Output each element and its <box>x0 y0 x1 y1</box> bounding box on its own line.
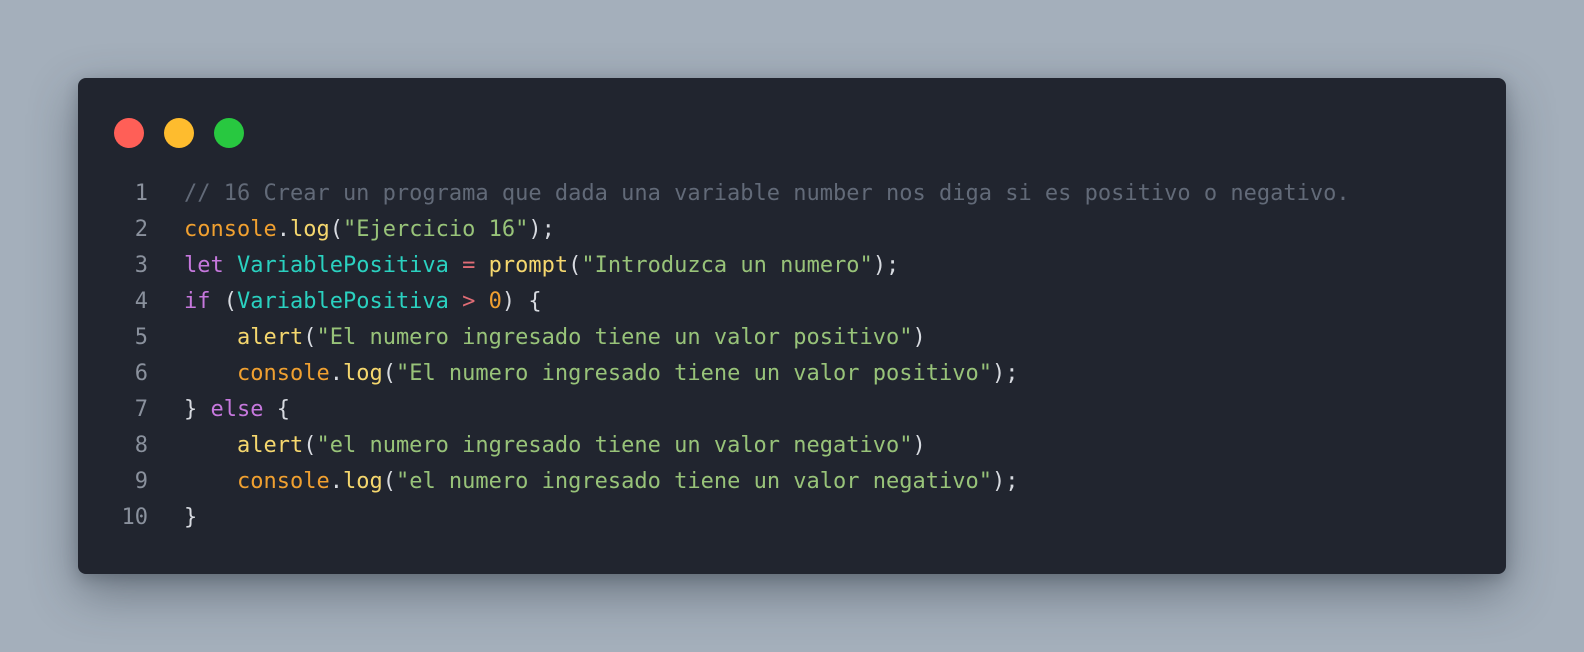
code-line: 2 console.log("Ejercicio 16"); <box>78 212 1506 248</box>
line-source: console.log("El numero ingresado tiene u… <box>184 356 1019 392</box>
code-token: ); <box>991 469 1019 494</box>
code-token: > <box>462 289 476 314</box>
code-token: . <box>329 469 343 494</box>
code-token: if <box>184 289 211 314</box>
code-token: ( <box>303 325 317 350</box>
code-token: alert <box>236 433 304 458</box>
line-source: } <box>184 500 197 536</box>
code-token: VariablePositiva <box>237 253 449 278</box>
code-token: } <box>184 397 211 422</box>
line-number: 6 <box>134 361 148 386</box>
code-token: } <box>184 505 198 530</box>
code-token: ( <box>382 361 396 386</box>
line-number: 1 <box>134 181 148 206</box>
close-icon[interactable] <box>114 118 144 148</box>
code-line: 3 let VariablePositiva = prompt("Introduz… <box>78 248 1506 284</box>
code-token: ( <box>382 469 396 494</box>
line-source: if (VariablePositiva > 0) { <box>184 284 542 320</box>
code-token: ) <box>912 325 926 350</box>
code-token: alert <box>236 325 304 350</box>
code-line: 5 alert("El numero ingresado tiene un va… <box>78 320 1506 356</box>
code-token: ) <box>912 433 926 458</box>
line-number: 2 <box>134 217 148 242</box>
code-token: ) { <box>501 289 542 314</box>
line-source: console.log("Ejercicio 16"); <box>184 212 555 248</box>
code-token: console <box>236 361 330 386</box>
line-number: 10 <box>121 505 149 530</box>
code-token: ( <box>303 433 317 458</box>
code-token: { <box>263 397 290 422</box>
line-number: 9 <box>134 469 148 494</box>
code-token: "el numero ingresado tiene un valor nega… <box>316 433 913 458</box>
code-token: console <box>184 217 277 242</box>
code-token: else <box>210 397 264 422</box>
code-token: log <box>342 361 383 386</box>
code-token: "El numero ingresado tiene un valor posi… <box>395 361 992 386</box>
maximize-icon[interactable] <box>214 118 244 148</box>
line-source: alert("el numero ingresado tiene un valo… <box>184 428 926 464</box>
code-line: 9 console.log("el numero ingresado tiene… <box>78 464 1506 500</box>
code-token: VariablePositiva <box>237 289 449 314</box>
line-number: 5 <box>134 325 148 350</box>
line-source: alert("El numero ingresado tiene un valo… <box>184 320 926 356</box>
code-token: . <box>276 217 290 242</box>
line-number: 8 <box>134 433 148 458</box>
code-line: 7} else { <box>78 392 1506 428</box>
code-token: . <box>329 361 343 386</box>
code-token: = <box>462 253 476 278</box>
code-token: "Ejercicio 16" <box>342 217 529 242</box>
line-number: 7 <box>134 397 148 422</box>
code-token: prompt <box>488 253 569 278</box>
code-token: "Introduzca un numero" <box>581 253 873 278</box>
code-token: let <box>184 253 224 278</box>
line-source: // 16 Crear un programa que dada una var… <box>184 176 1350 212</box>
line-number: 3 <box>134 253 148 278</box>
code-line: 8 alert("el numero ingresado tiene un va… <box>78 428 1506 464</box>
code-token: "El numero ingresado tiene un valor posi… <box>316 325 913 350</box>
line-source: let VariablePositiva = prompt("Introduzc… <box>184 248 899 284</box>
code-token: ); <box>872 253 900 278</box>
code-block: 1 // 16 Crear un programa que dada una va… <box>78 176 1506 536</box>
code-line: 10} <box>78 500 1506 536</box>
minimize-icon[interactable] <box>164 118 194 148</box>
line-number: 4 <box>134 289 148 314</box>
code-token: console <box>236 469 330 494</box>
code-line: 6 console.log("El numero ingresado tiene… <box>78 356 1506 392</box>
line-source: } else { <box>184 392 290 428</box>
code-line: 1 // 16 Crear un programa que dada una va… <box>78 176 1506 212</box>
code-token: ( <box>568 253 582 278</box>
line-source: console.log("el numero ingresado tiene u… <box>184 464 1019 500</box>
code-line: 4 if (VariablePositiva > 0) { <box>78 284 1506 320</box>
code-token: log <box>342 469 383 494</box>
code-token: ( <box>210 289 237 314</box>
code-token: log <box>289 217 330 242</box>
code-window: 1 // 16 Crear un programa que dada una va… <box>78 78 1506 574</box>
code-token: // 16 Crear un programa que dada una var… <box>184 181 1350 206</box>
code-token: "el numero ingresado tiene un valor nega… <box>395 469 992 494</box>
code-token: 0 <box>488 289 502 314</box>
code-token: ( <box>329 217 343 242</box>
code-token: ); <box>991 361 1019 386</box>
code-token: ); <box>528 217 555 242</box>
